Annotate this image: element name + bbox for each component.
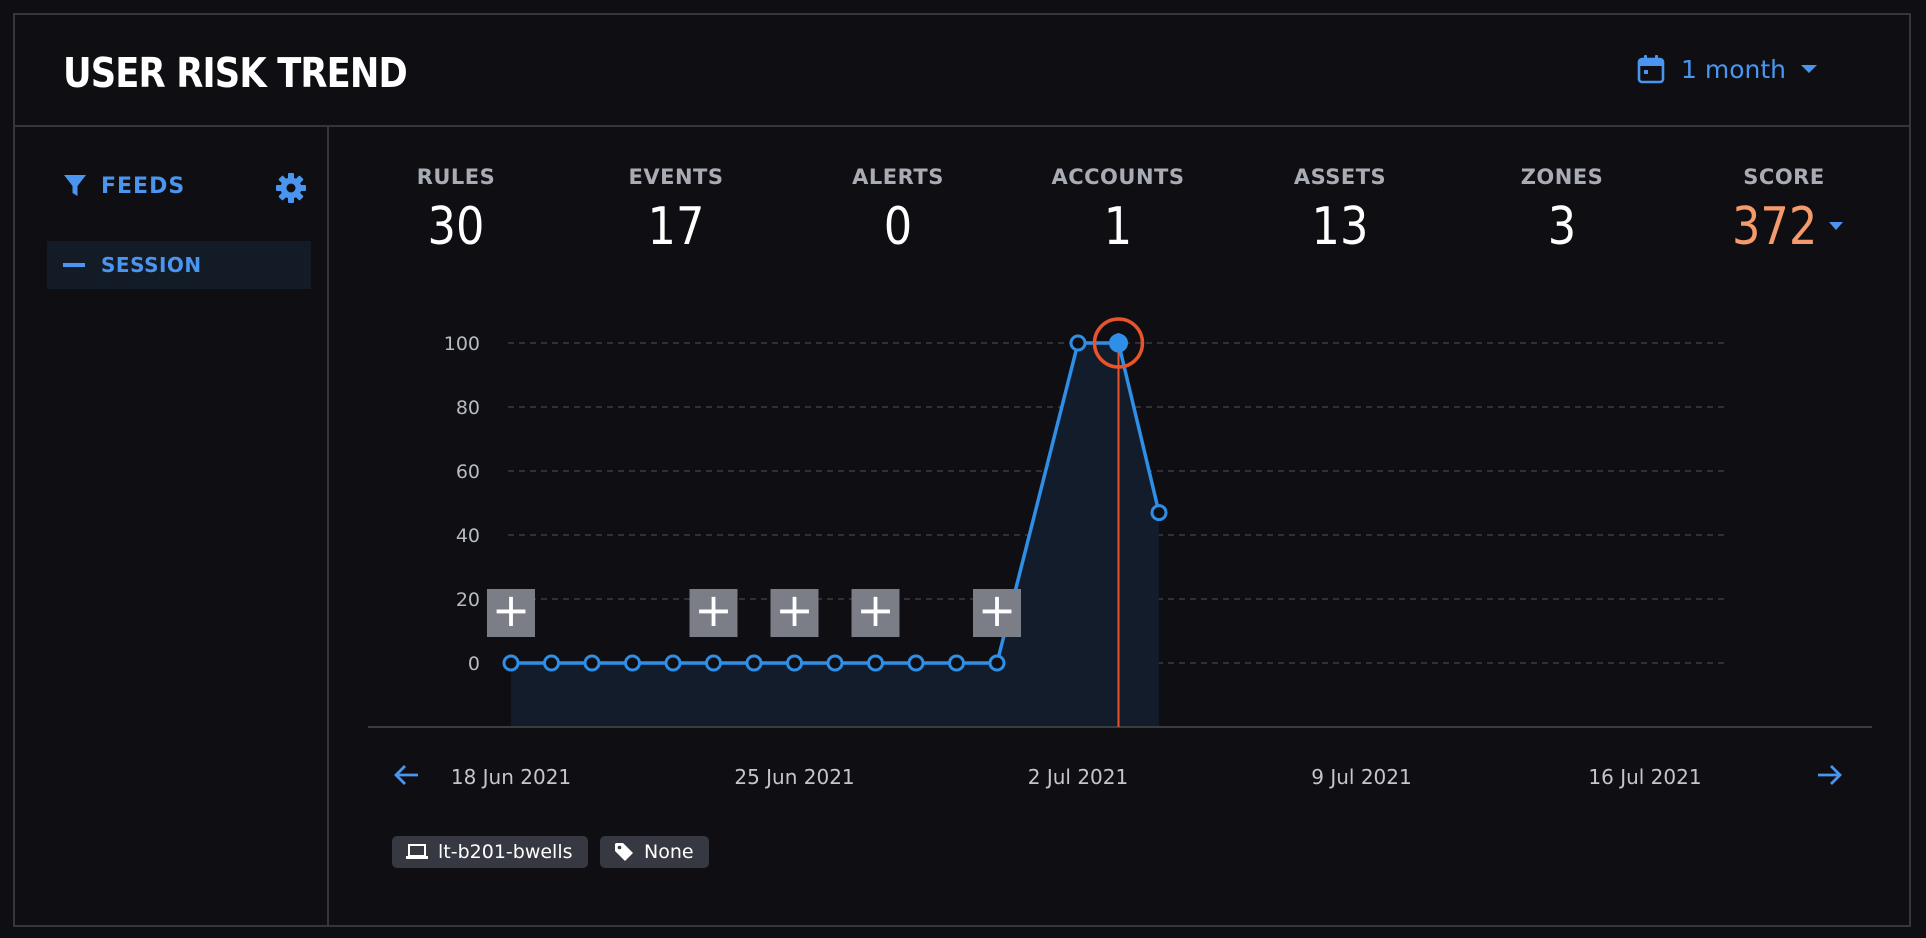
x-tick-label: 9 Jul 2021 <box>1311 765 1411 789</box>
data-point <box>1069 334 1087 352</box>
data-point <box>745 654 763 672</box>
laptop-icon <box>406 844 428 859</box>
plus-icon: + <box>492 583 531 637</box>
plus-icon: + <box>856 583 895 637</box>
data-point <box>1109 333 1128 353</box>
data-point <box>907 654 925 672</box>
x-tick-label: 16 Jul 2021 <box>1588 765 1701 789</box>
y-tick-label: 40 <box>456 525 480 547</box>
asset-tag[interactable]: lt-b201-bwells <box>392 836 588 868</box>
x-tick-label: 25 Jun 2021 <box>734 765 854 789</box>
event-marker[interactable]: + <box>689 583 738 637</box>
data-point <box>664 654 682 672</box>
label-tag[interactable]: None <box>600 836 709 868</box>
y-tick-label: 20 <box>456 589 480 611</box>
data-point <box>786 654 803 672</box>
event-marker[interactable]: + <box>487 583 535 637</box>
plus-icon: + <box>978 583 1017 637</box>
x-tick-label: 2 Jul 2021 <box>1028 765 1128 789</box>
event-marker[interactable]: + <box>973 583 1021 637</box>
event-marker[interactable]: + <box>851 583 900 637</box>
next-period-button[interactable] <box>1814 760 1844 794</box>
data-point <box>624 654 641 672</box>
previous-period-button[interactable] <box>392 760 422 794</box>
tag-icon <box>615 843 633 861</box>
plus-icon: + <box>775 583 814 637</box>
data-point <box>867 654 884 672</box>
data-point <box>502 654 520 672</box>
asset-tag-label: lt-b201-bwells <box>438 841 573 863</box>
event-marker[interactable]: + <box>770 583 819 637</box>
data-point <box>988 654 1006 672</box>
label-tag-label: None <box>644 841 694 863</box>
data-point <box>705 654 722 672</box>
data-point <box>826 654 844 672</box>
arrow-right-icon <box>1818 765 1842 785</box>
arrow-left-icon <box>394 765 418 785</box>
data-point <box>543 654 560 672</box>
y-tick-label: 60 <box>456 461 480 483</box>
data-point <box>583 654 601 672</box>
data-point <box>948 654 965 672</box>
data-point <box>1150 504 1168 522</box>
risk-trend-chart: 0 20 40 60 80 100 + + + + + 18 Jun 2021 25 Jun 202… <box>368 317 1872 789</box>
plus-icon: + <box>694 583 733 637</box>
y-tick-label: 80 <box>456 397 480 419</box>
y-tick-label: 100 <box>444 333 480 355</box>
x-tick-label: 18 Jun 2021 <box>451 765 571 789</box>
y-tick-label: 0 <box>468 653 480 675</box>
